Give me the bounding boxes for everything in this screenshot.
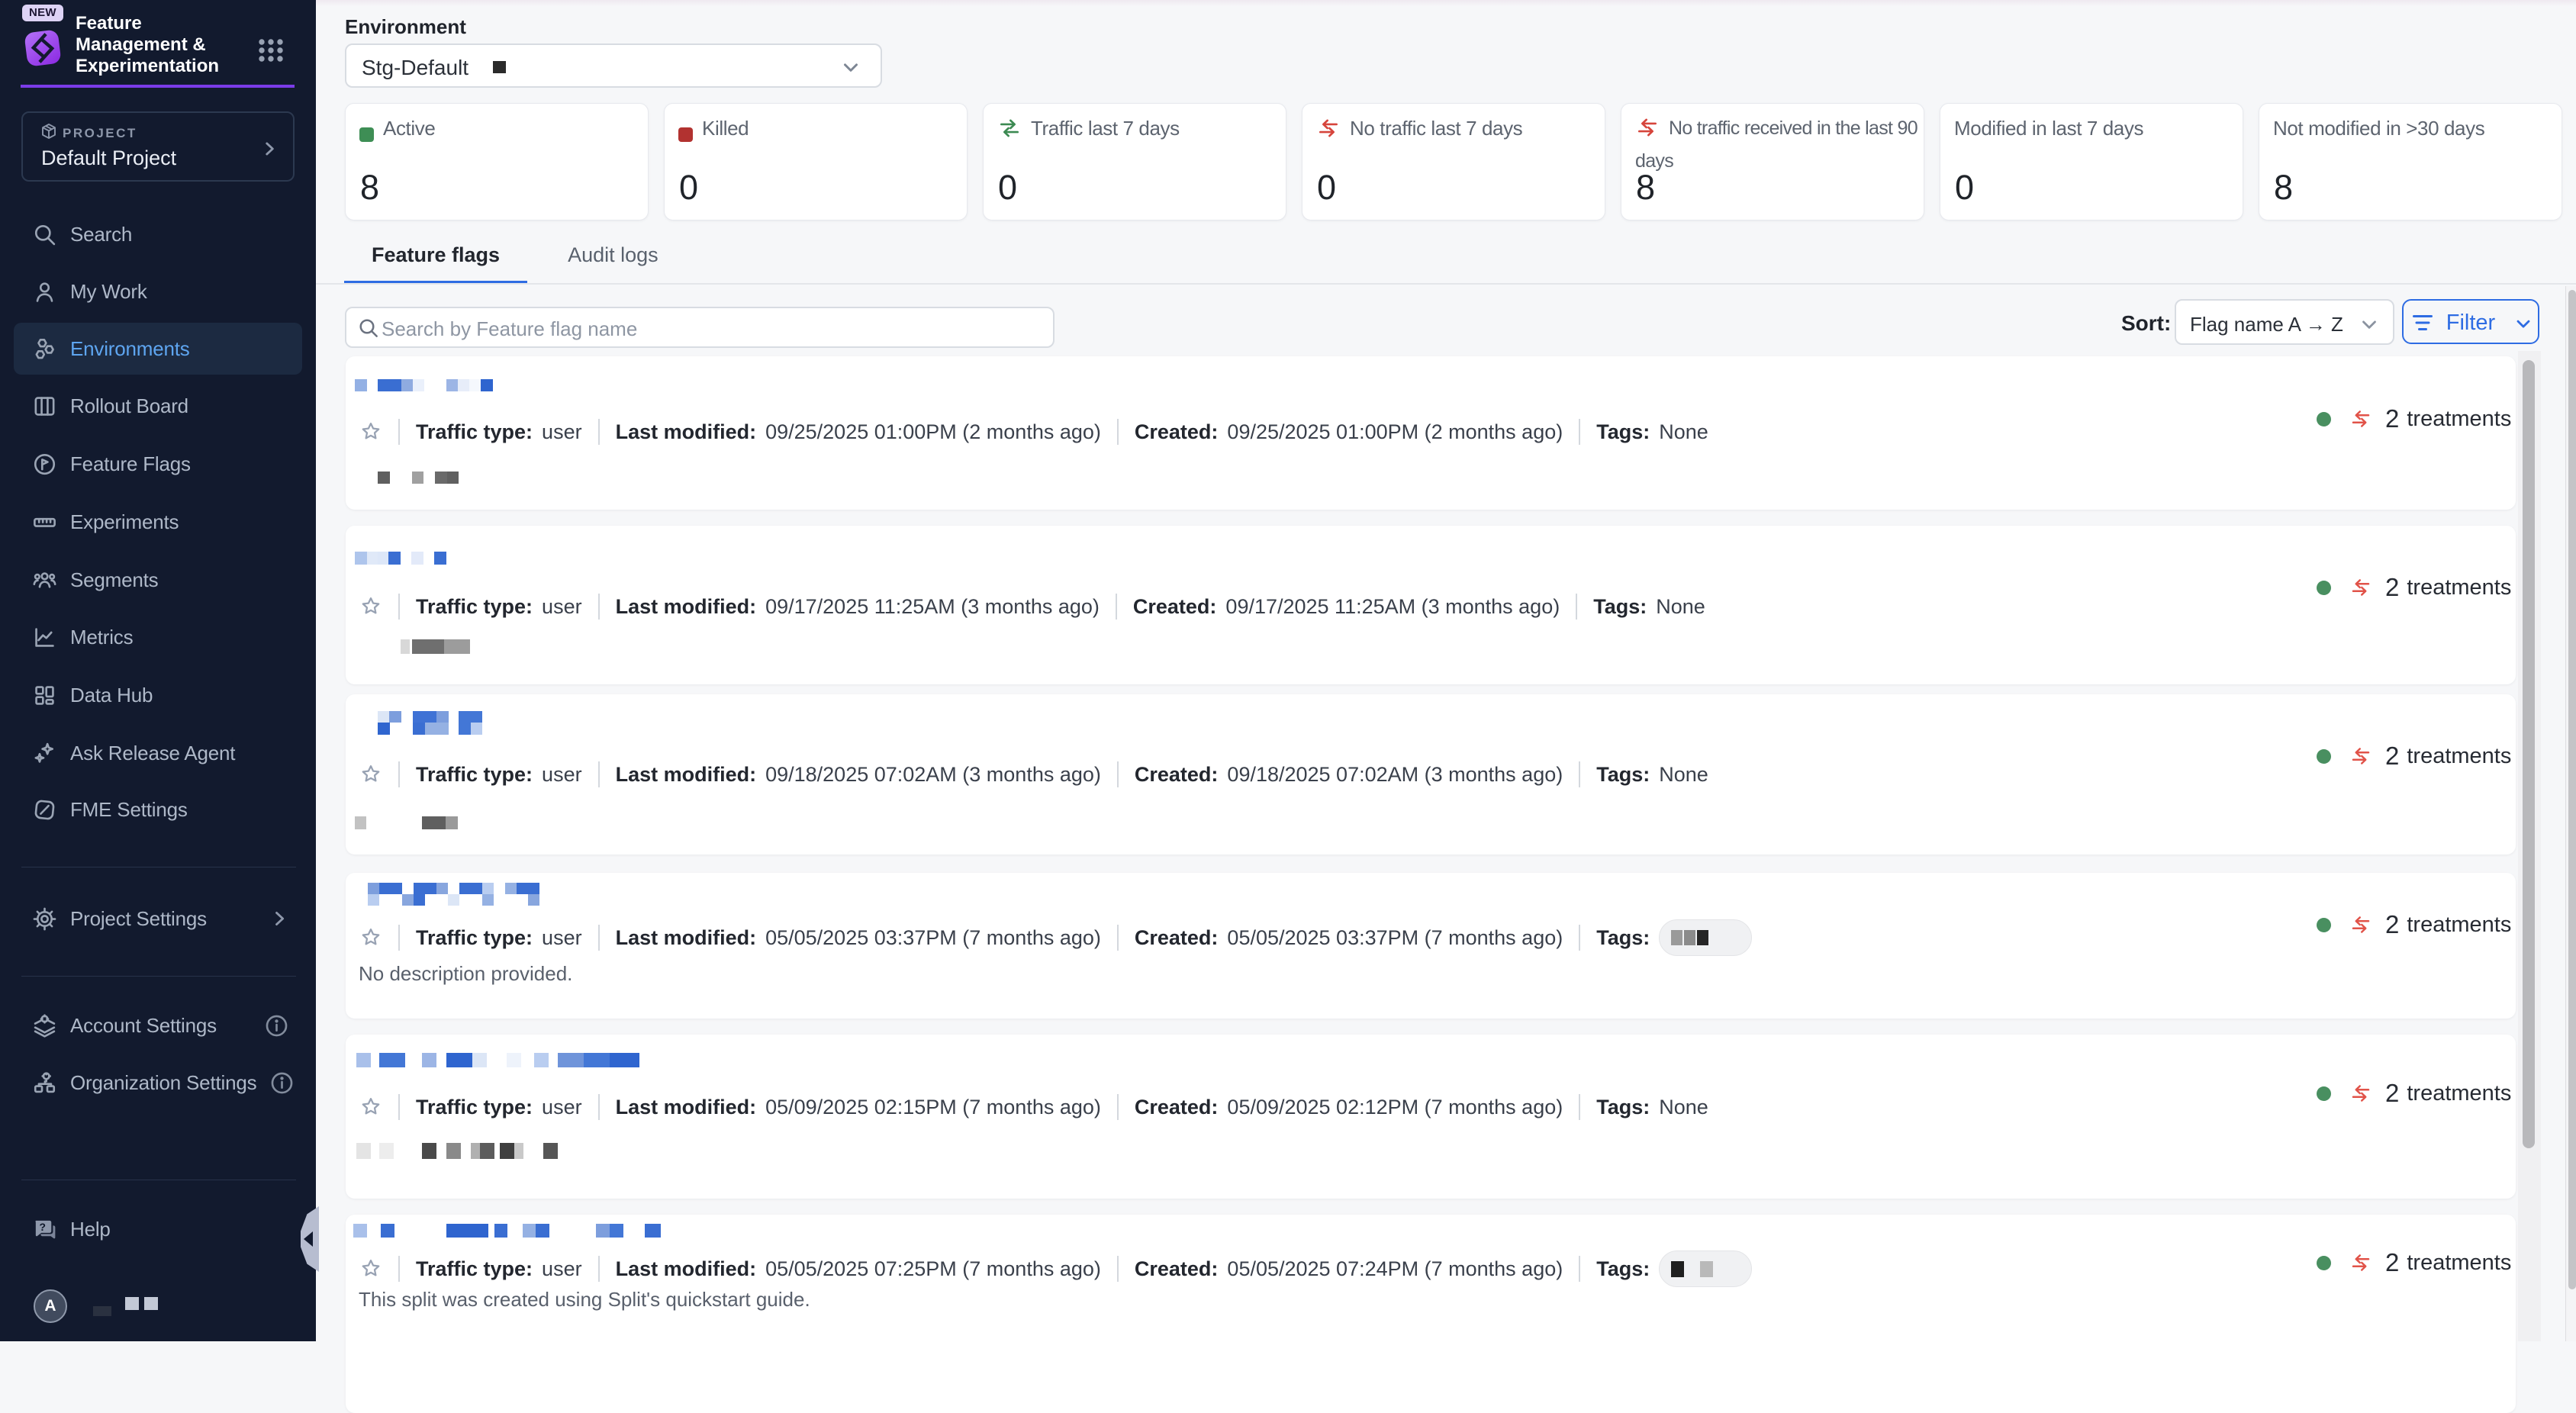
svg-text:?: ?	[39, 1220, 45, 1232]
